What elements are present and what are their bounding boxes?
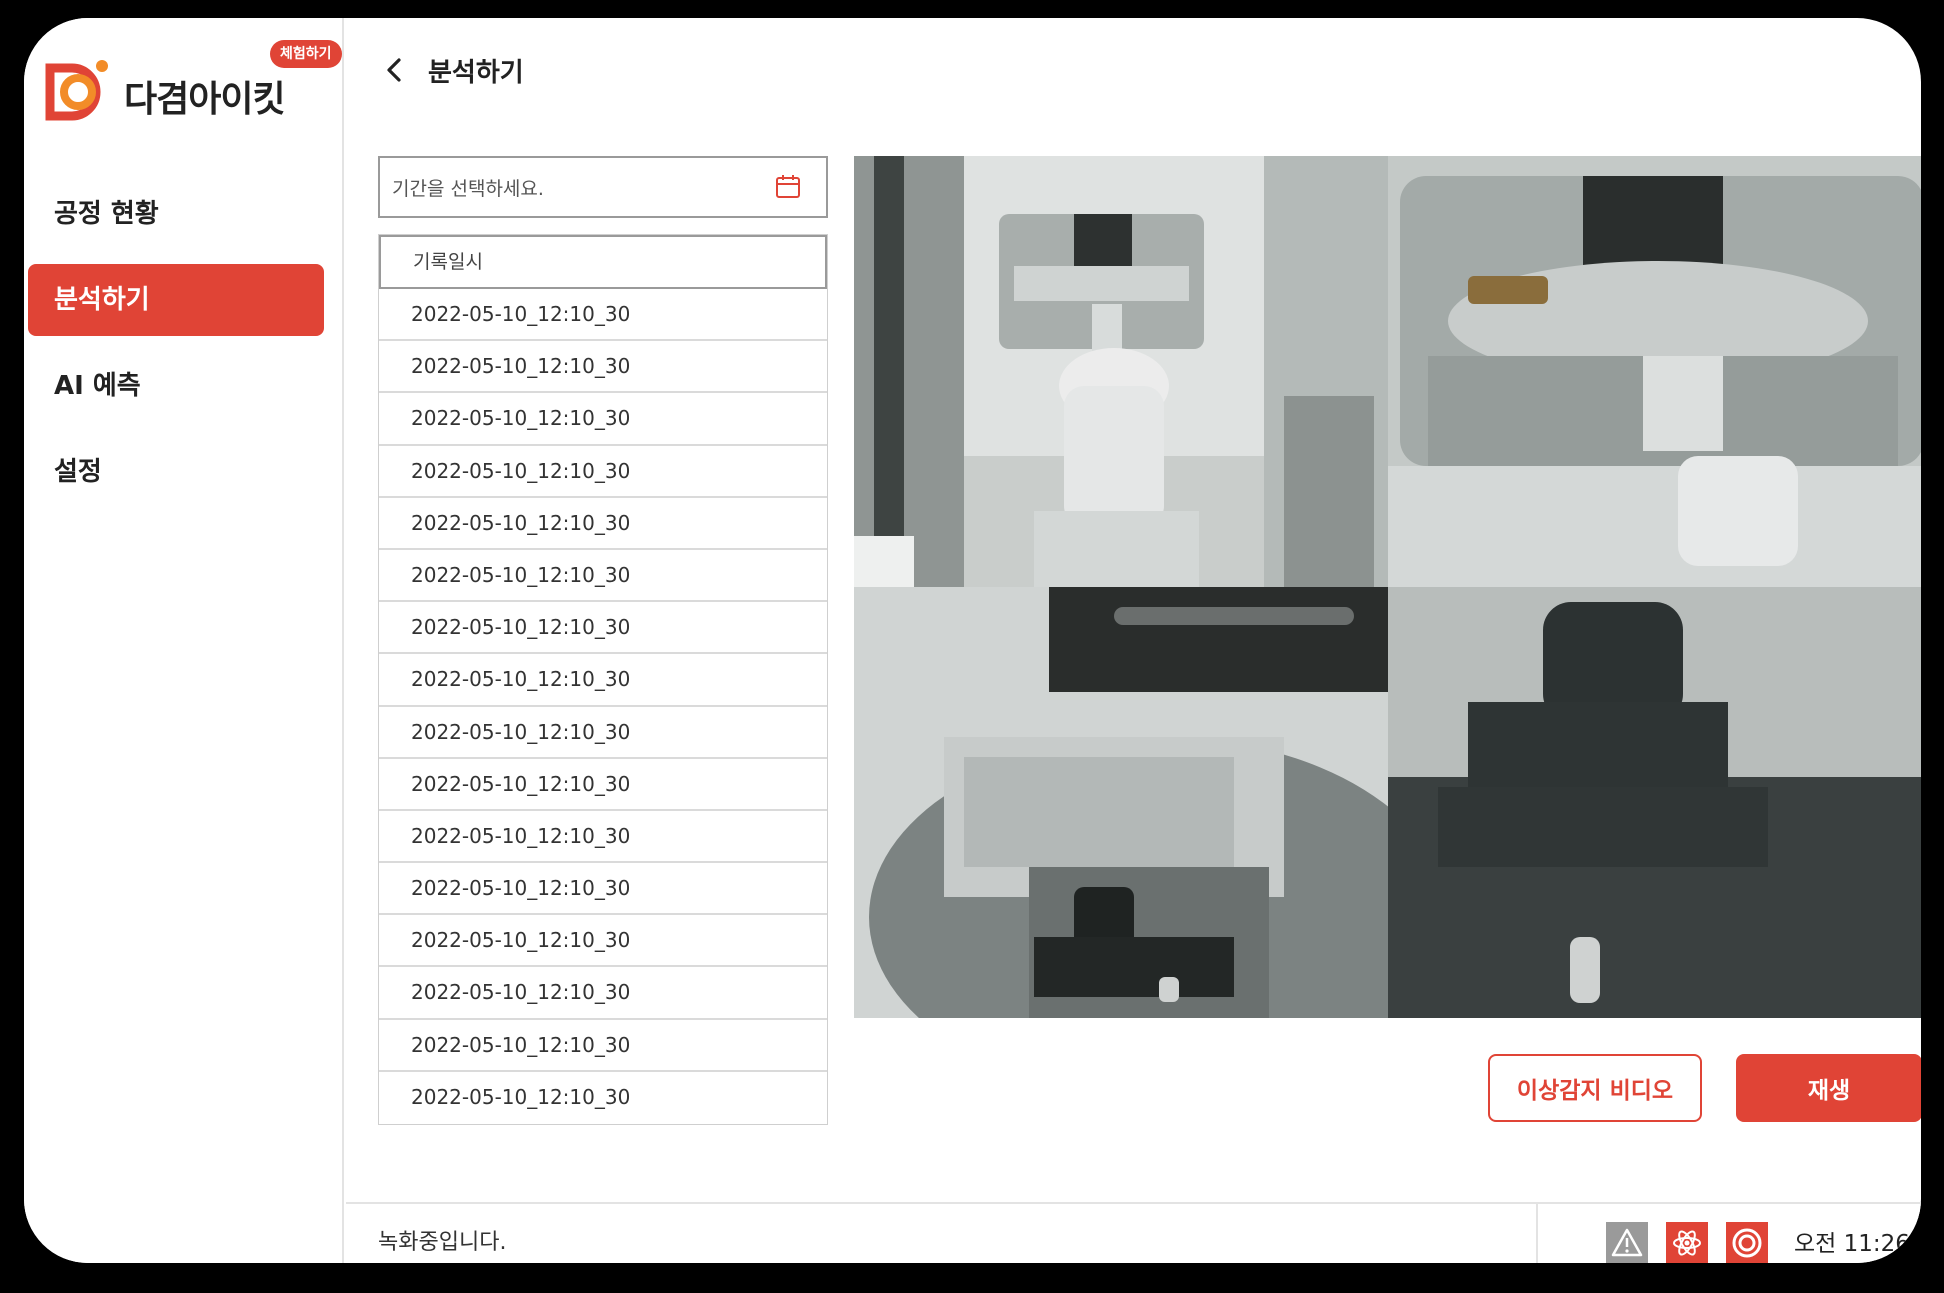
page-title: 분석하기 xyxy=(428,57,524,88)
record-list: 기록일시 2022-05-10_12:10_30 2022-05-10_12:1… xyxy=(378,234,828,1125)
play-button[interactable]: 재생 xyxy=(1736,1054,1921,1122)
clock: 오전 11:26 xyxy=(1794,1231,1910,1257)
record-row[interactable]: 2022-05-10_12:10_30 xyxy=(379,549,827,603)
main-content: 분석하기 기간을 선택하세요. 기록일시 2022-05-10_12:10_30… xyxy=(346,18,1921,1263)
date-range-placeholder: 기간을 선택하세요. xyxy=(392,177,544,200)
status-divider xyxy=(1536,1204,1538,1263)
date-range-picker[interactable]: 기간을 선택하세요. xyxy=(378,156,828,218)
record-row[interactable]: 2022-05-10_12:10_30 xyxy=(379,445,827,498)
sidebar-item-analysis[interactable]: 분석하기 xyxy=(28,264,324,336)
camera-video-grid[interactable] xyxy=(854,156,1921,1018)
anomaly-video-button[interactable]: 이상감지 비디오 xyxy=(1488,1054,1702,1122)
page-header: 분석하기 xyxy=(380,40,524,100)
record-row[interactable]: 2022-05-10_12:10_30 xyxy=(379,863,827,916)
sidebar-item-process-status[interactable]: 공정 현황 xyxy=(28,178,324,250)
app-window: 다겸아이킷 체험하기 공정 현황 분석하기 AI 예측 설정 분석하기 기간을 … xyxy=(24,18,1921,1263)
logo[interactable]: 다겸아이킷 체험하기 xyxy=(42,34,342,134)
camera-feed-3[interactable] xyxy=(854,587,1388,1018)
camera-feed-1[interactable] xyxy=(854,156,1388,587)
chevron-left-icon[interactable] xyxy=(380,55,410,85)
atom-icon[interactable] xyxy=(1666,1222,1708,1263)
record-list-header: 기록일시 xyxy=(379,235,827,289)
record-row[interactable]: 2022-05-10_12:10_30 xyxy=(379,602,827,655)
calendar-icon[interactable] xyxy=(774,173,802,201)
trial-badge[interactable]: 체험하기 xyxy=(270,40,342,68)
record-row[interactable]: 2022-05-10_12:10_30 xyxy=(379,654,827,707)
recording-status: 녹화중입니다. xyxy=(378,1230,507,1255)
sidebar-item-settings[interactable]: 설정 xyxy=(28,436,324,508)
sidebar-item-ai-prediction[interactable]: AI 예측 xyxy=(28,350,324,422)
logo-icon xyxy=(45,60,108,121)
sidebar: 다겸아이킷 체험하기 공정 현황 분석하기 AI 예측 설정 xyxy=(24,18,344,1263)
record-row[interactable]: 2022-05-10_12:10_30 xyxy=(379,758,827,811)
record-row[interactable]: 2022-05-10_12:10_30 xyxy=(379,497,827,550)
record-row[interactable]: 2022-05-10_12:10_30 xyxy=(379,706,827,759)
record-row[interactable]: 2022-05-10_12:10_30 xyxy=(379,289,827,342)
record-icon[interactable] xyxy=(1726,1222,1768,1263)
status-bar: 녹화중입니다. 오전 11:26 xyxy=(346,1202,1921,1263)
camera-feed-2[interactable] xyxy=(1388,156,1921,587)
status-icons xyxy=(1606,1222,1786,1263)
camera-feed-4[interactable] xyxy=(1388,587,1921,1018)
warning-icon[interactable] xyxy=(1606,1222,1648,1263)
record-row[interactable]: 2022-05-10_12:10_30 xyxy=(379,393,827,446)
app-name: 다겸아이킷 xyxy=(124,79,286,120)
record-row[interactable]: 2022-05-10_12:10_30 xyxy=(379,1019,827,1072)
sidebar-nav: 공정 현황 분석하기 AI 예측 설정 xyxy=(28,178,324,522)
record-row[interactable]: 2022-05-10_12:10_30 xyxy=(379,1071,827,1124)
record-row[interactable]: 2022-05-10_12:10_30 xyxy=(379,967,827,1020)
record-row[interactable]: 2022-05-10_12:10_30 xyxy=(379,810,827,864)
record-row[interactable]: 2022-05-10_12:10_30 xyxy=(379,341,827,394)
record-row[interactable]: 2022-05-10_12:10_30 xyxy=(379,915,827,968)
